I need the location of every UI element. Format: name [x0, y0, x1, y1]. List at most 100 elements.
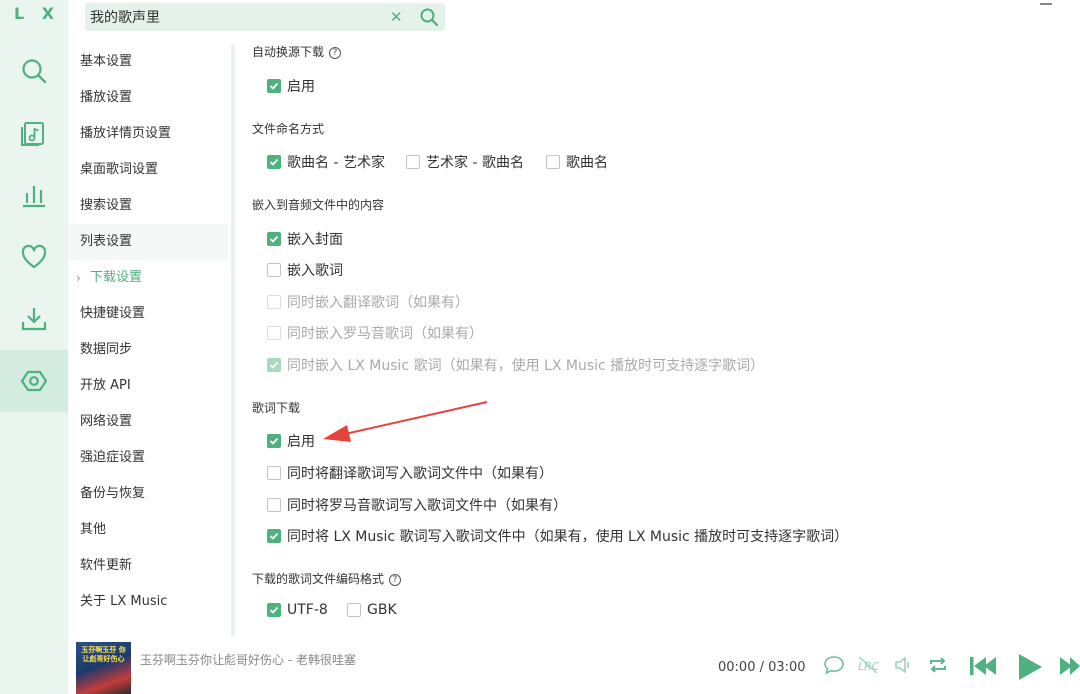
checkbox-checked-icon — [267, 358, 281, 372]
nav-item-playback[interactable]: 播放设置 — [68, 80, 228, 116]
search-nav-button[interactable] — [0, 40, 68, 102]
music-list-icon — [21, 122, 44, 146]
nav-item-backup[interactable]: 备份与恢复 — [68, 476, 228, 512]
option-label: UTF-8 — [287, 602, 328, 618]
embed-lyric-checkbox[interactable]: 嵌入歌词 — [267, 260, 343, 280]
option-label: 同时嵌入翻译歌词（如果有） — [287, 295, 469, 311]
nav-item-ocd[interactable]: 强迫症设置 — [68, 440, 228, 476]
repeat-icon[interactable] — [927, 655, 949, 675]
download-nav-button[interactable] — [0, 288, 68, 350]
annotation-arrow-icon — [323, 401, 488, 442]
sidebar-rail: L X — [0, 0, 68, 694]
lyric-icon[interactable]: LRC — [857, 655, 881, 675]
option-label: 同时嵌入罗马音歌词（如果有） — [287, 326, 483, 342]
album-cover[interactable]: 玉芬啊玉芬 你让彪哥好伤心 — [76, 642, 131, 694]
nav-item-play-detail[interactable]: 播放详情页设置 — [68, 116, 228, 152]
checkbox-checked-icon — [267, 529, 281, 543]
section-title-text: 自动换源下载 — [252, 45, 325, 59]
player-bar: 玉芬啊玉芬 你让彪哥好伤心 玉芬啊玉芬你让彪哥好伤心 - 老韩很哇塞 00:00… — [68, 636, 1080, 694]
settings-icon — [20, 370, 48, 392]
help-icon[interactable]: ? — [329, 46, 342, 59]
checkbox-checked-icon — [267, 79, 281, 93]
option-label: 同时嵌入 LX Music 歌词（如果有，使用 LX Music 播放时可支持逐… — [287, 358, 765, 374]
section-title-naming: 文件命名方式 — [252, 122, 325, 136]
option-label: 嵌入封面 — [287, 232, 343, 248]
option-label: 同时将翻译歌词写入歌词文件中（如果有） — [287, 466, 553, 482]
embed-lx-lyric-checkbox[interactable]: 同时嵌入 LX Music 歌词（如果有，使用 LX Music 播放时可支持逐… — [267, 355, 764, 375]
nav-item-update[interactable]: 软件更新 — [68, 548, 228, 584]
comment-icon[interactable] — [823, 655, 845, 675]
lyric-roma-checkbox[interactable]: 同时将罗马音歌词写入歌词文件中（如果有） — [267, 495, 567, 515]
section-title-text: 下载的歌词文件编码格式 — [252, 572, 385, 586]
section-title-encoding: 下载的歌词文件编码格式? — [252, 570, 402, 587]
encoding-gbk-radio[interactable]: GBK — [347, 602, 397, 618]
option-label: 同时将 LX Music 歌词写入歌词文件中（如果有，使用 LX Music 播… — [287, 529, 849, 545]
search-input[interactable] — [90, 3, 380, 31]
option-label: 启用 — [287, 79, 315, 95]
option-label: GBK — [367, 602, 397, 618]
option-label: 歌曲名 — [566, 155, 608, 171]
section-title-auto-switch: 自动换源下载? — [252, 43, 342, 60]
app-logo: L X — [13, 4, 61, 23]
nav-item-other[interactable]: 其他 — [68, 512, 228, 548]
checkbox-checked-icon — [267, 155, 281, 169]
chart-icon — [23, 186, 45, 208]
embed-cover-checkbox[interactable]: 嵌入封面 — [267, 229, 343, 249]
settings-nav: 基本设置 播放设置 播放详情页设置 桌面歌词设置 搜索设置 列表设置 › 下载设… — [68, 44, 233, 636]
album-cover-text: 玉芬啊玉芬 你让彪哥好伤心 — [81, 646, 126, 663]
naming-artist-song-radio[interactable]: 艺术家 - 歌曲名 — [406, 152, 524, 172]
embed-roma-lyric-checkbox[interactable]: 同时嵌入罗马音歌词（如果有） — [267, 323, 483, 343]
naming-song-only-radio[interactable]: 歌曲名 — [546, 152, 608, 172]
nav-item-list[interactable]: 列表设置 — [68, 224, 228, 260]
naming-song-artist-radio[interactable]: 歌曲名 - 艺术家 — [267, 152, 385, 172]
now-playing-title[interactable]: 玉芬啊玉芬你让彪哥好伤心 - 老韩很哇塞 — [140, 651, 356, 668]
favorites-nav-button[interactable] — [0, 226, 68, 288]
download-icon — [21, 308, 47, 331]
song-list-nav-button[interactable] — [0, 102, 68, 164]
search-icon[interactable] — [419, 7, 439, 27]
checkbox-unchecked-icon — [347, 603, 361, 617]
clear-icon[interactable]: ✕ — [390, 9, 403, 25]
nav-item-hotkey[interactable]: 快捷键设置 — [68, 296, 228, 332]
nav-item-open-api[interactable]: 开放 API — [68, 368, 228, 404]
auto-switch-enable-checkbox[interactable]: 启用 — [267, 76, 315, 96]
nav-item-about[interactable]: 关于 LX Music — [68, 584, 228, 620]
section-title-embed: 嵌入到音频文件中的内容 — [252, 198, 385, 212]
lyric-translated-checkbox[interactable]: 同时将翻译歌词写入歌词文件中（如果有） — [267, 463, 553, 483]
next-icon[interactable] — [1058, 654, 1080, 678]
checkbox-unchecked-icon — [546, 155, 560, 169]
nav-item-basic[interactable]: 基本设置 — [68, 44, 228, 80]
lyric-download-enable-checkbox[interactable]: 启用 — [267, 431, 315, 451]
minimize-button[interactable] — [1040, 3, 1052, 5]
help-icon[interactable]: ? — [389, 573, 402, 586]
option-label: 艺术家 - 歌曲名 — [426, 155, 524, 171]
nav-item-sync[interactable]: 数据同步 — [68, 332, 228, 368]
leaderboard-nav-button[interactable] — [0, 164, 68, 226]
lyric-lx-checkbox[interactable]: 同时将 LX Music 歌词写入歌词文件中（如果有，使用 LX Music 播… — [267, 526, 848, 546]
nav-item-label: 下载设置 — [90, 270, 143, 285]
checkbox-unchecked-icon — [267, 326, 281, 340]
nav-item-download[interactable]: › 下载设置 — [68, 260, 228, 296]
encoding-utf8-radio[interactable]: UTF-8 — [267, 602, 328, 618]
search-bar: ✕ — [85, 3, 445, 31]
checkbox-unchecked-icon — [267, 263, 281, 277]
previous-icon[interactable] — [968, 654, 1000, 678]
checkbox-unchecked-icon — [267, 466, 281, 480]
nav-item-search[interactable]: 搜索设置 — [68, 188, 228, 224]
nav-item-network[interactable]: 网络设置 — [68, 404, 228, 440]
heart-icon — [21, 244, 47, 269]
chevron-right-icon: › — [76, 271, 81, 285]
embed-translated-lyric-checkbox[interactable]: 同时嵌入翻译歌词（如果有） — [267, 292, 469, 312]
checkbox-checked-icon — [267, 232, 281, 246]
checkbox-checked-icon — [267, 434, 281, 448]
volume-icon[interactable] — [893, 655, 913, 675]
play-icon[interactable] — [1016, 652, 1044, 682]
settings-nav-button[interactable] — [0, 350, 68, 412]
checkbox-unchecked-icon — [267, 295, 281, 309]
checkbox-checked-icon — [267, 603, 281, 617]
section-title-lyric-download: 歌词下载 — [252, 401, 301, 415]
nav-item-desktop-lyric[interactable]: 桌面歌词设置 — [68, 152, 228, 188]
play-time: 00:00 / 03:00 — [718, 660, 806, 675]
option-label: 启用 — [287, 434, 315, 450]
nav-scrollbar[interactable] — [231, 44, 235, 636]
